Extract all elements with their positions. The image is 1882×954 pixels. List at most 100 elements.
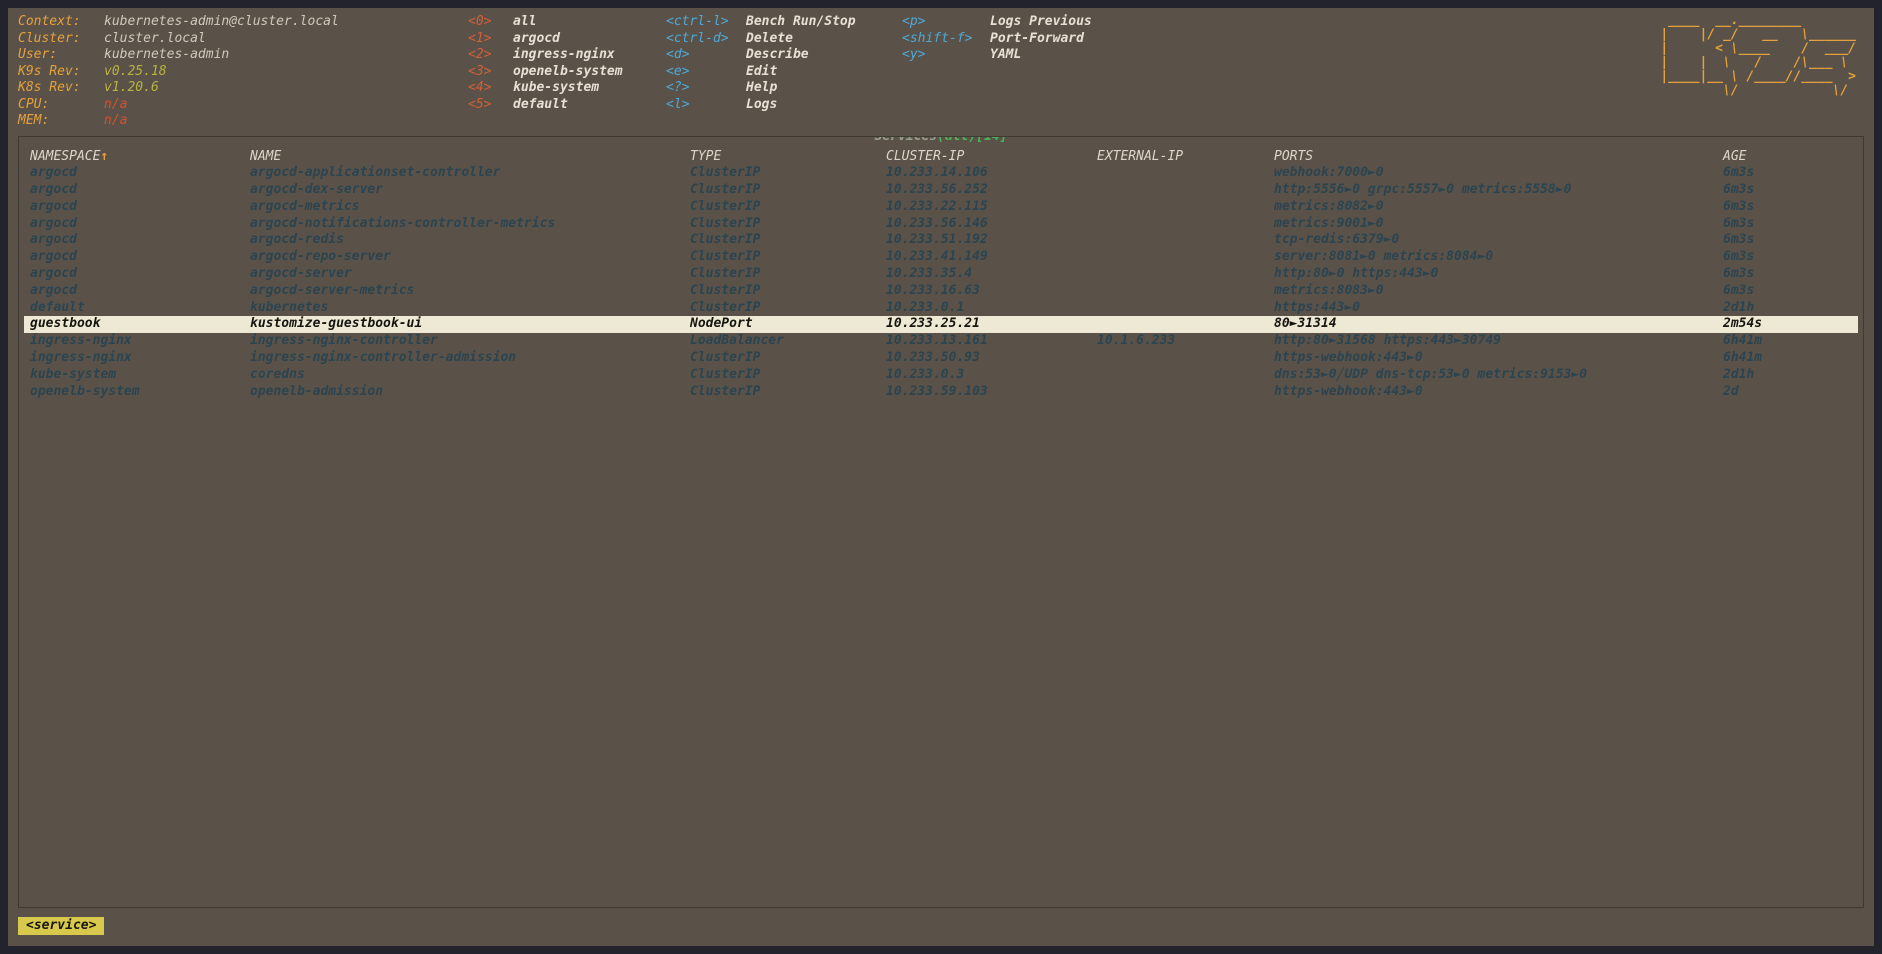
table-row[interactable]: ingress-nginx ingress-nginx-controller L… (24, 333, 1858, 350)
cell-namespace: argocd (30, 282, 77, 298)
hotkey-key: <ctrl-l> (666, 14, 729, 29)
table-row[interactable]: openelb-system openelb-admission Cluster… (24, 384, 1858, 401)
column-header-age[interactable]: AGE (1717, 149, 1858, 166)
cell-external-ip (1091, 384, 1268, 401)
table-row[interactable]: guestbook kustomize-guestbook-ui NodePor… (24, 316, 1858, 334)
cell-name: ingress-nginx-controller (250, 333, 438, 349)
table-row[interactable]: argocd argocd-server ClusterIP 10.233.35… (24, 266, 1858, 283)
cell-type: ClusterIP (690, 282, 761, 298)
cell-cluster-ip: 10.233.0.1 (886, 299, 965, 315)
column-header-namespace[interactable]: NAMESPACE↑ (24, 149, 244, 166)
cluster-info-value: n/a (104, 96, 128, 112)
cell-external-ip (1091, 216, 1268, 233)
hotkey-key: <l> (666, 96, 690, 112)
cell-external-ip (1091, 350, 1268, 367)
cell-name: argocd-repo-server (250, 249, 391, 265)
cell-cluster-ip: 10.233.22.115 (886, 198, 988, 214)
cell-namespace: argocd (30, 198, 77, 214)
namespace-shortcut: <0> all (468, 14, 666, 31)
namespace-shortcut-label: openelb-system (513, 63, 623, 79)
column-header-external-ip[interactable]: EXTERNAL-IP (1091, 149, 1268, 166)
cell-external-ip (1091, 266, 1268, 283)
hotkey-label: Logs Previous (990, 14, 1092, 29)
cell-cluster-ip: 10.233.14.106 (886, 165, 988, 181)
hotkey: <e> Edit (666, 64, 902, 81)
cell-ports: webhook:7000►0 (1274, 165, 1384, 181)
column-header-name[interactable]: NAME (244, 149, 684, 166)
cell-type: ClusterIP (690, 215, 761, 231)
table-row[interactable]: argocd argocd-applicationset-controller … (24, 165, 1858, 182)
hotkey: <y> YAML (902, 47, 1202, 64)
cluster-info-label: K9s Rev: (18, 63, 81, 79)
table-row[interactable]: argocd argocd-server-metrics ClusterIP 1… (24, 283, 1858, 300)
cell-ports: http:80►0 https:443►0 (1274, 266, 1439, 282)
cell-namespace: ingress-nginx (30, 333, 132, 349)
table-row[interactable]: ingress-nginx ingress-nginx-controller-a… (24, 350, 1858, 367)
cell-type: ClusterIP (690, 232, 761, 248)
namespace-shortcut-key: <3> (468, 63, 492, 79)
cell-cluster-ip: 10.233.56.252 (886, 182, 988, 198)
cell-external-ip (1091, 283, 1268, 300)
namespace-shortcut: <4> kube-system (468, 80, 666, 97)
cell-type: ClusterIP (690, 182, 761, 198)
cell-name: argocd-server-metrics (250, 282, 415, 298)
cell-external-ip: 10.1.6.233 (1097, 333, 1176, 349)
table-row[interactable]: argocd argocd-dex-server ClusterIP 10.23… (24, 182, 1858, 199)
cell-name: kustomize-guestbook-ui (250, 316, 423, 332)
hotkey-label: Describe (746, 47, 809, 62)
cell-age: 6m3s (1723, 182, 1755, 198)
hotkey-label: Delete (746, 30, 793, 46)
cell-ports: https:443►0 (1274, 299, 1361, 315)
cell-age: 2d (1723, 383, 1739, 399)
cell-name: coredns (250, 366, 305, 382)
cell-external-ip (1091, 249, 1268, 266)
cell-name: argocd-redis (250, 232, 344, 248)
namespace-shortcut-label: all (513, 14, 537, 29)
table-row[interactable]: argocd argocd-metrics ClusterIP 10.233.2… (24, 199, 1858, 216)
cell-ports: metrics:8082►0 (1274, 198, 1384, 214)
cell-name: ingress-nginx-controller-admission (250, 350, 517, 366)
cell-namespace: openelb-system (30, 383, 140, 399)
cluster-info-value: n/a (104, 113, 128, 128)
services-table-body: argocd argocd-applicationset-controller … (24, 165, 1858, 400)
table-row[interactable]: default kubernetes ClusterIP 10.233.0.1 … (24, 300, 1858, 317)
cell-name: argocd-notifications-controller-metrics (250, 215, 556, 231)
cell-age: 6m3s (1723, 282, 1755, 298)
breadcrumb-service[interactable]: <service> (18, 917, 105, 935)
hotkey: <p> Logs Previous (902, 14, 1202, 31)
table-row[interactable]: argocd argocd-redis ClusterIP 10.233.51.… (24, 232, 1858, 249)
cluster-info-line: MEM: n/a (18, 113, 468, 130)
namespace-shortcut: <2> ingress-nginx (468, 47, 666, 64)
hotkey: <d> Describe (666, 47, 902, 64)
column-header-cluster-ip[interactable]: CLUSTER-IP (880, 149, 1091, 166)
cell-age: 6m3s (1723, 266, 1755, 282)
hotkey-label: Edit (746, 63, 778, 79)
namespace-shortcut-key: <5> (468, 96, 492, 112)
cell-ports: dns:53►0╱UDP dns-tcp:53►0 metrics:9153►0 (1274, 366, 1588, 382)
cell-namespace: argocd (30, 266, 77, 282)
cluster-info-label: K8s Rev: (18, 80, 81, 95)
cell-type: ClusterIP (690, 266, 761, 282)
cell-external-ip (1091, 316, 1268, 333)
cell-ports: https-webhook:443►0 (1274, 383, 1423, 399)
table-row[interactable]: kube-system coredns ClusterIP 10.233.0.3… (24, 367, 1858, 384)
k9s-logo-ascii: ____ __.________ | |/ _/ __ \______ | < … (1660, 13, 1856, 98)
hotkey: <shift-f> Port-Forward (902, 31, 1202, 48)
cluster-info-line: CPU: n/a (18, 97, 468, 114)
table-title-count: [14] (976, 135, 1008, 144)
cell-external-ip (1091, 165, 1268, 182)
hotkey-key: <ctrl-d> (666, 30, 729, 46)
column-header-ports[interactable]: PORTS (1268, 149, 1717, 166)
cell-namespace: argocd (30, 232, 77, 248)
cell-type: ClusterIP (690, 366, 761, 382)
cell-age: 2d1h (1723, 299, 1755, 315)
cell-name: openelb-admission (250, 383, 384, 399)
table-row[interactable]: argocd argocd-notifications-controller-m… (24, 216, 1858, 233)
namespace-shortcut: <1> argocd (468, 31, 666, 48)
table-row[interactable]: argocd argocd-repo-server ClusterIP 10.2… (24, 249, 1858, 266)
cluster-info-block: Context: kubernetes-admin@cluster.local … (18, 14, 468, 130)
cell-ports: server:8081►0 metrics:8084►0 (1274, 249, 1494, 265)
cell-cluster-ip: 10.233.25.21 (886, 316, 980, 332)
column-header-type[interactable]: TYPE (684, 149, 880, 166)
cell-age: 2d1h (1723, 366, 1755, 382)
